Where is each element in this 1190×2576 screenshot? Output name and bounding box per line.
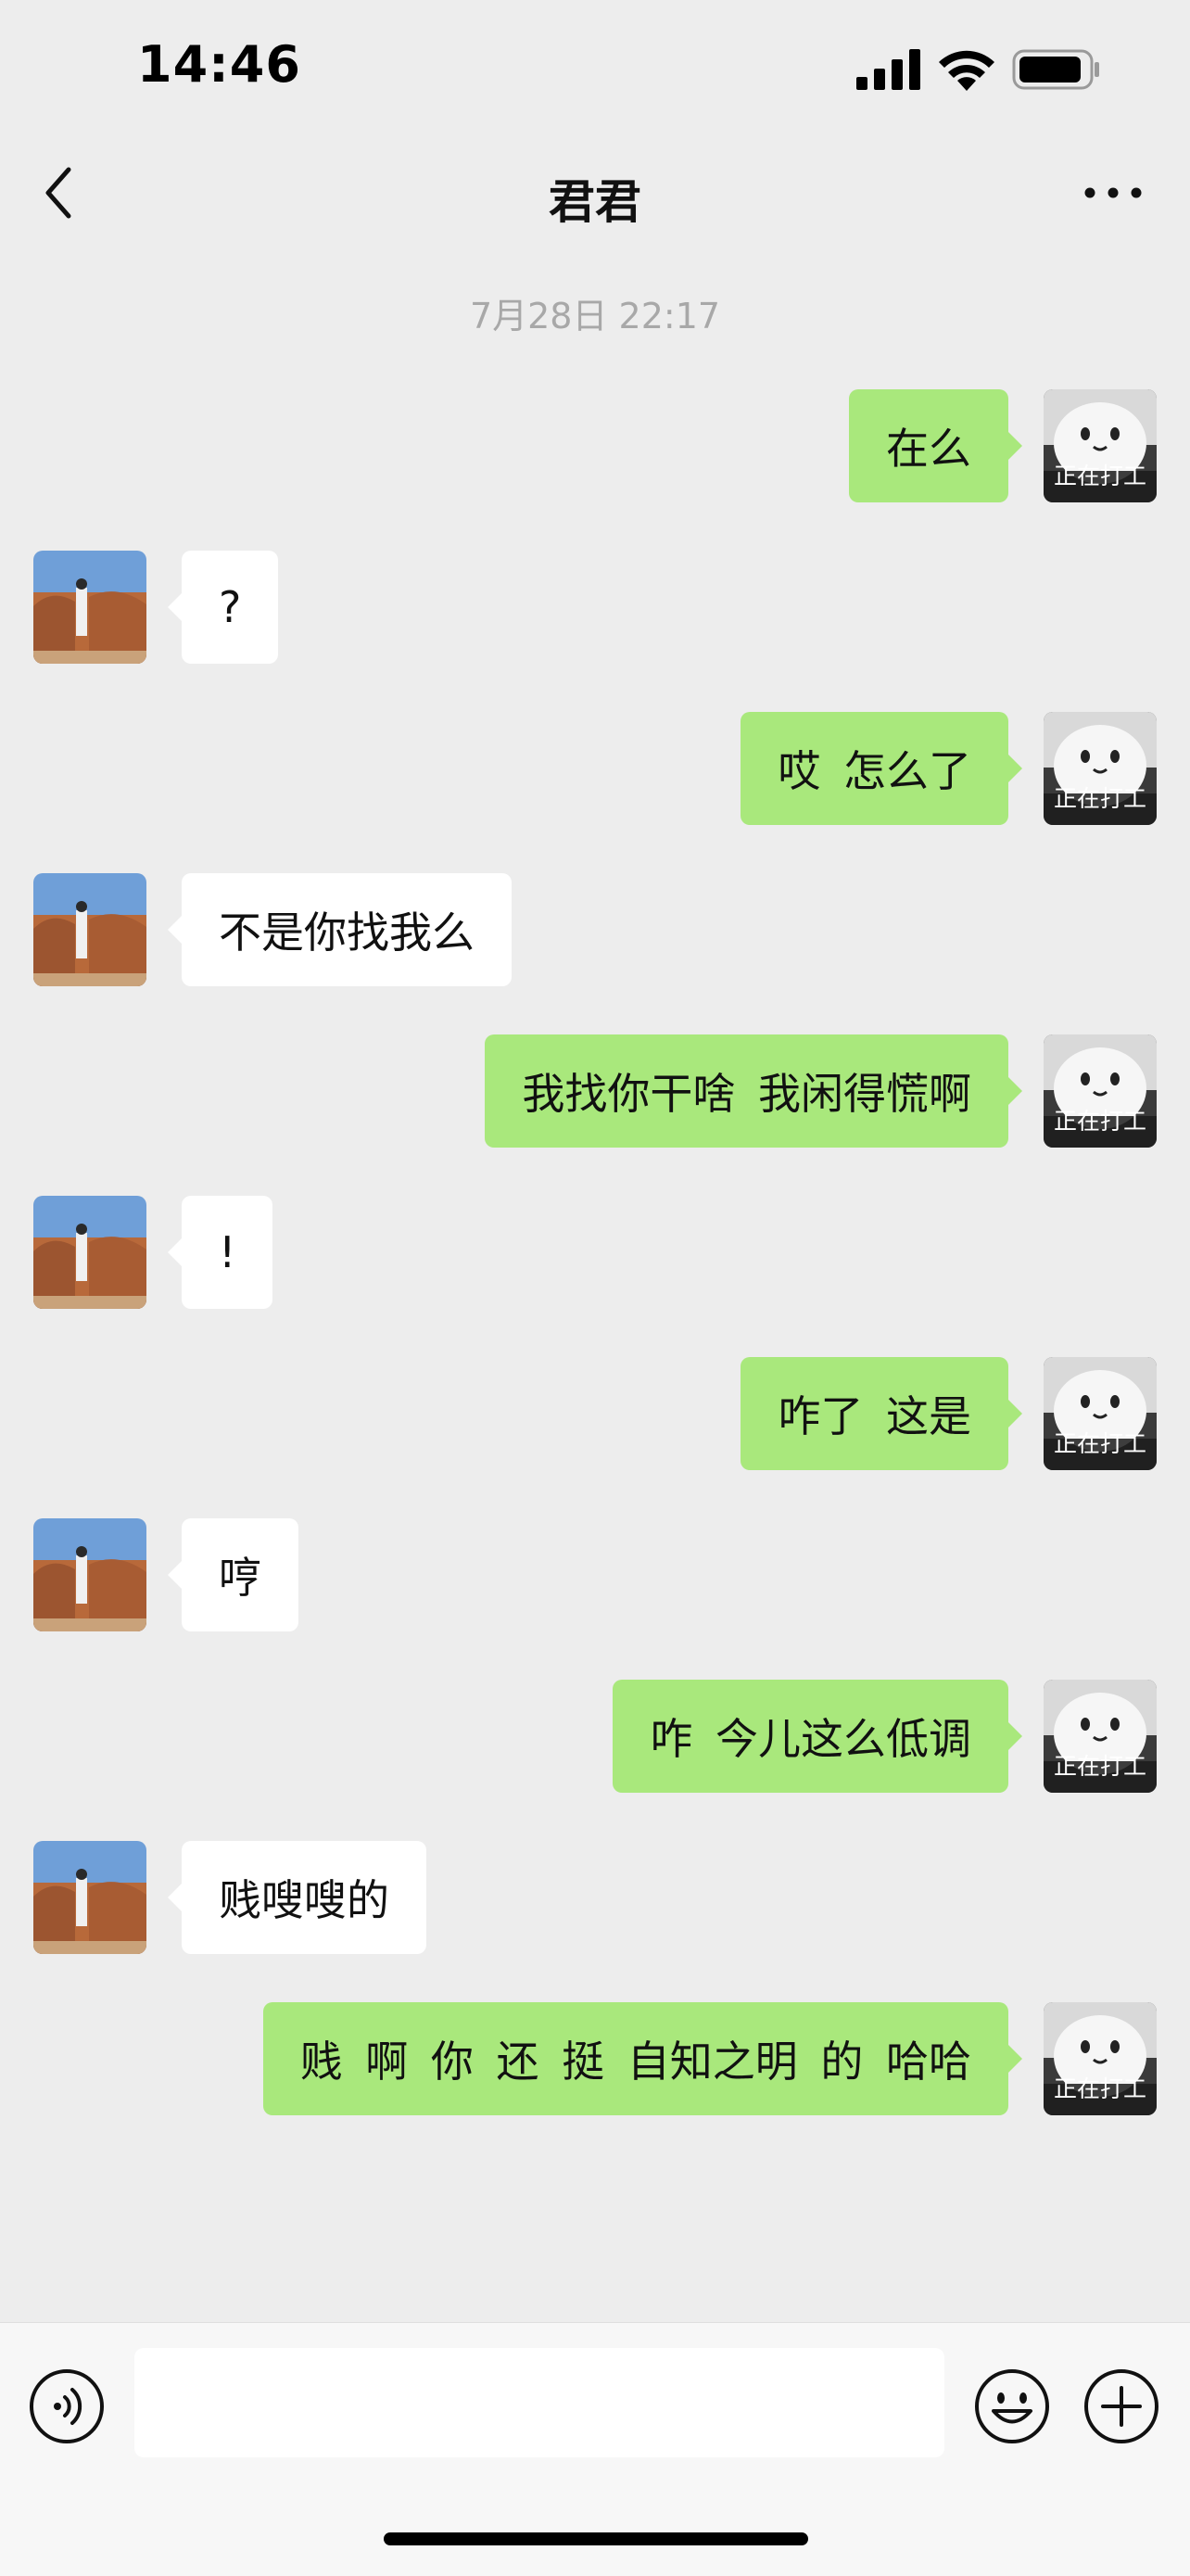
message-text: 哎 怎么了 bbox=[778, 746, 971, 796]
message-text: ? bbox=[219, 582, 242, 632]
status-time: 14:46 bbox=[137, 35, 301, 94]
avatar-label: 正在打工 bbox=[1053, 785, 1146, 812]
sent-message-bubble[interactable]: 咋 今儿这么低调 bbox=[613, 1680, 1022, 1793]
message-row-sent: 我找你干啥 我闲得慌啊 正在打工 bbox=[0, 1034, 1190, 1148]
message-row-sent: 在么 正在打工 bbox=[0, 389, 1190, 502]
wifi-icon bbox=[939, 50, 994, 91]
message-text: 在么 bbox=[886, 424, 971, 474]
message-row-sent: 哎 怎么了 正在打工 bbox=[0, 712, 1190, 825]
sent-message-bubble[interactable]: 咋了 这是 bbox=[741, 1357, 1022, 1470]
status-bar: 14:46 bbox=[0, 0, 1190, 139]
message-text: ! bbox=[219, 1227, 236, 1277]
received-message-bubble[interactable]: ! bbox=[167, 1196, 273, 1309]
message-row-sent: 贱 啊 你 还 挺 自知之明 的 哈哈 正在打工 bbox=[0, 2002, 1190, 2115]
contact-avatar[interactable] bbox=[33, 1841, 146, 1954]
contact-avatar[interactable] bbox=[33, 873, 146, 986]
my-avatar[interactable]: 正在打工 bbox=[1044, 1680, 1157, 1793]
message-text: 咋了 这是 bbox=[778, 1391, 971, 1441]
message-text: 贱嗖嗖的 bbox=[219, 1875, 389, 1925]
desert-photo-avatar-image bbox=[33, 551, 146, 664]
message-row-received: 哼 bbox=[0, 1518, 1190, 1631]
contact-avatar[interactable] bbox=[33, 551, 146, 664]
my-avatar[interactable]: 正在打工 bbox=[1044, 389, 1157, 502]
chat-title: 君君 bbox=[549, 175, 641, 229]
plus-button[interactable] bbox=[1082, 2367, 1160, 2445]
battery-icon bbox=[1012, 49, 1099, 90]
message-row-received: 贱嗖嗖的 bbox=[0, 1841, 1190, 1954]
my-avatar[interactable]: 正在打工 bbox=[1044, 1357, 1157, 1470]
message-timestamp: 7月28日 22:17 bbox=[469, 296, 721, 336]
more-button[interactable] bbox=[1081, 165, 1146, 221]
avatar-label: 正在打工 bbox=[1053, 1108, 1146, 1135]
avatar-label: 正在打工 bbox=[1053, 463, 1146, 489]
contact-avatar[interactable] bbox=[33, 1518, 146, 1631]
my-avatar[interactable]: 正在打工 bbox=[1044, 2002, 1157, 2115]
my-avatar[interactable]: 正在打工 bbox=[1044, 1034, 1157, 1148]
message-row-sent: 咋 今儿这么低调 正在打工 bbox=[0, 1680, 1190, 1793]
message-text: 我找你干啥 我闲得慌啊 bbox=[522, 1069, 971, 1119]
sent-message-bubble[interactable]: 哎 怎么了 bbox=[741, 712, 1022, 825]
sent-message-bubble[interactable]: 贱 啊 你 还 挺 自知之明 的 哈哈 bbox=[262, 2002, 1023, 2115]
message-input[interactable] bbox=[134, 2348, 944, 2457]
avatar-label: 正在打工 bbox=[1053, 1430, 1146, 1457]
desert-photo-avatar-image bbox=[33, 1841, 146, 1954]
ellipsis-icon bbox=[1084, 187, 1142, 198]
received-message-bubble[interactable]: 贱嗖嗖的 bbox=[168, 1841, 426, 1954]
received-message-bubble[interactable]: ? bbox=[167, 551, 279, 664]
home-indicator[interactable] bbox=[384, 2532, 808, 2545]
signal-icon bbox=[856, 49, 920, 90]
sent-message-bubble[interactable]: 在么 bbox=[849, 389, 1022, 502]
emoji-icon bbox=[975, 2369, 1049, 2443]
avatar-label: 正在打工 bbox=[1053, 2075, 1146, 2102]
message-row-sent: 咋了 这是 正在打工 bbox=[0, 1357, 1190, 1470]
desert-photo-avatar-image bbox=[33, 873, 146, 986]
message-row-received: 不是你找我么 bbox=[0, 873, 1190, 986]
received-message-bubble[interactable]: 哼 bbox=[168, 1518, 298, 1631]
emoji-button[interactable] bbox=[973, 2367, 1051, 2445]
received-message-bubble[interactable]: 不是你找我么 bbox=[168, 873, 512, 986]
message-text: 哼 bbox=[219, 1553, 261, 1603]
voice-button[interactable] bbox=[28, 2367, 106, 2445]
contact-avatar[interactable] bbox=[33, 1196, 146, 1309]
message-text: 贱 啊 你 还 挺 自知之明 的 哈哈 bbox=[299, 2037, 971, 2087]
message-row-received: ? bbox=[0, 551, 1190, 664]
status-icons bbox=[856, 48, 1101, 91]
my-avatar[interactable]: 正在打工 bbox=[1044, 712, 1157, 825]
message-text: 不是你找我么 bbox=[219, 907, 475, 958]
plus-icon bbox=[1084, 2369, 1158, 2443]
message-row-received: ! bbox=[0, 1196, 1190, 1309]
message-text: 咋 今儿这么低调 bbox=[650, 1714, 971, 1764]
desert-photo-avatar-image bbox=[33, 1196, 146, 1309]
nav-bar: 君君 bbox=[0, 139, 1190, 250]
voice-icon bbox=[30, 2369, 104, 2443]
avatar-label: 正在打工 bbox=[1053, 1753, 1146, 1780]
sent-message-bubble[interactable]: 我找你干啥 我闲得慌啊 bbox=[485, 1034, 1022, 1148]
desert-photo-avatar-image bbox=[33, 1518, 146, 1631]
